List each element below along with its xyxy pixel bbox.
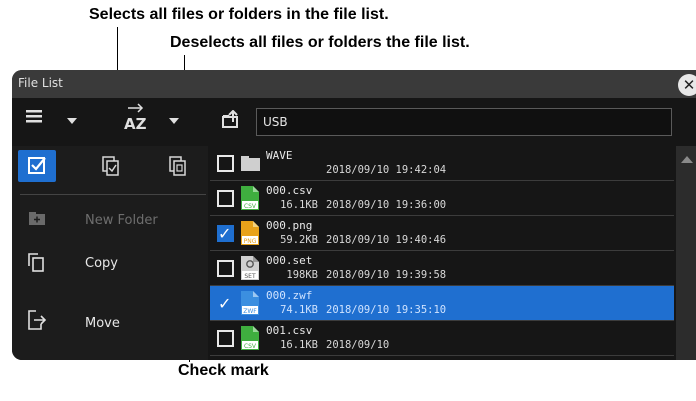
file-list-scrollbar[interactable] [676, 146, 696, 360]
path-text: USB [263, 115, 288, 129]
file-size: 16.1KB [280, 339, 318, 351]
svg-text:PNG: PNG [244, 238, 257, 245]
move-icon [27, 310, 47, 330]
path-field[interactable]: USB [256, 108, 672, 136]
folder-icon [241, 156, 260, 171]
file-name: 000.set [266, 254, 313, 267]
file-checkbox[interactable] [217, 330, 234, 347]
png-file-icon: PNG [241, 221, 259, 245]
select-all-icon[interactable] [102, 156, 120, 176]
window-title: File List [18, 76, 63, 90]
file-checkbox[interactable] [217, 155, 234, 172]
view-dropdown-arrow[interactable] [67, 118, 77, 124]
svg-text:CSV: CSV [244, 203, 257, 210]
file-size: 59.2KB [280, 234, 318, 246]
file-name: 000.png [266, 219, 313, 232]
file-checkbox[interactable]: ✓ [217, 294, 234, 313]
svg-text:CSV: CSV [244, 343, 257, 350]
deselect-all-callout: Deselects all files or folders the file … [170, 34, 470, 51]
svg-text:SET: SET [244, 273, 256, 280]
file-date: 2018/09/10 19:40:46 [326, 234, 447, 246]
list-view-icon[interactable] [26, 108, 42, 124]
zwf-file-icon: ZWF [241, 291, 259, 315]
up-folder-icon[interactable] [222, 109, 240, 128]
move-button[interactable]: Move [85, 316, 120, 331]
file-date: 2018/09/10 19:42:04 [326, 164, 447, 176]
file-date: 2018/09/10 [326, 339, 390, 351]
csv-file-icon: CSV [241, 186, 259, 210]
new-folder-icon [28, 210, 46, 226]
title-bar: File List [12, 70, 696, 98]
svg-text:AZ: AZ [124, 115, 147, 132]
file-name: 000.csv [266, 184, 313, 197]
file-date: 2018/09/10 19:39:58 [326, 269, 447, 281]
deselect-all-icon[interactable] [169, 156, 187, 176]
file-date: 2018/09/10 19:36:00 [326, 199, 447, 211]
scroll-up-icon[interactable] [681, 156, 693, 163]
copy-button[interactable]: Copy [85, 256, 118, 271]
file-row-000-png[interactable]: ✓ PNG 000.png 59.2KB 2018/09/10 19:40:46 [210, 216, 674, 251]
checkbox-mode-button[interactable] [18, 150, 56, 182]
file-name: 001.csv [266, 324, 313, 337]
file-name: WAVE [266, 149, 293, 162]
csv-file-icon: CSV [241, 326, 259, 350]
file-checkbox[interactable] [217, 260, 234, 277]
file-size: 74.1KB [280, 304, 318, 316]
file-row-000-zwf[interactable]: ✓ ZWF 000.zwf 74.1KB 2018/09/10 19:35:10 [210, 286, 674, 321]
file-row-000-set[interactable]: SET 000.set 198KB 2018/09/10 19:39:58 [210, 251, 674, 286]
check-mark-icon: ✓ [218, 224, 232, 243]
menu-separator [20, 194, 206, 195]
checkbox-mode-icon [28, 157, 46, 174]
file-row-001-csv[interactable]: CSV 001.csv 16.1KB 2018/09/10 [210, 321, 674, 356]
file-size: 198KB [286, 269, 318, 281]
copy-icon [28, 253, 46, 273]
check-mark-callout: Check mark [178, 362, 269, 379]
close-icon[interactable]: ✕ [678, 74, 696, 96]
svg-text:ZWF: ZWF [243, 308, 257, 315]
file-list: WAVE 2018/09/10 19:42:04 CSV 000.csv 16.… [210, 146, 674, 360]
file-checkbox[interactable] [217, 190, 234, 207]
file-size: 16.1KB [280, 199, 318, 211]
select-all-callout: Selects all files or folders in the file… [89, 6, 389, 23]
file-list-window: File List ✕ AZ USB New Folder Copy Move … [12, 70, 696, 360]
sort-dropdown-arrow[interactable] [169, 118, 179, 124]
new-folder-button[interactable]: New Folder [85, 213, 158, 228]
set-file-icon: SET [241, 256, 259, 280]
file-name: 000.zwf [266, 289, 313, 302]
file-row-wave[interactable]: WAVE 2018/09/10 19:42:04 [210, 146, 674, 181]
sort-az-icon[interactable]: AZ [122, 102, 150, 133]
file-row-000-csv[interactable]: CSV 000.csv 16.1KB 2018/09/10 19:36:00 [210, 181, 674, 216]
check-mark-icon: ✓ [218, 294, 232, 313]
file-date: 2018/09/10 19:35:10 [326, 304, 447, 316]
file-checkbox[interactable]: ✓ [217, 224, 234, 243]
